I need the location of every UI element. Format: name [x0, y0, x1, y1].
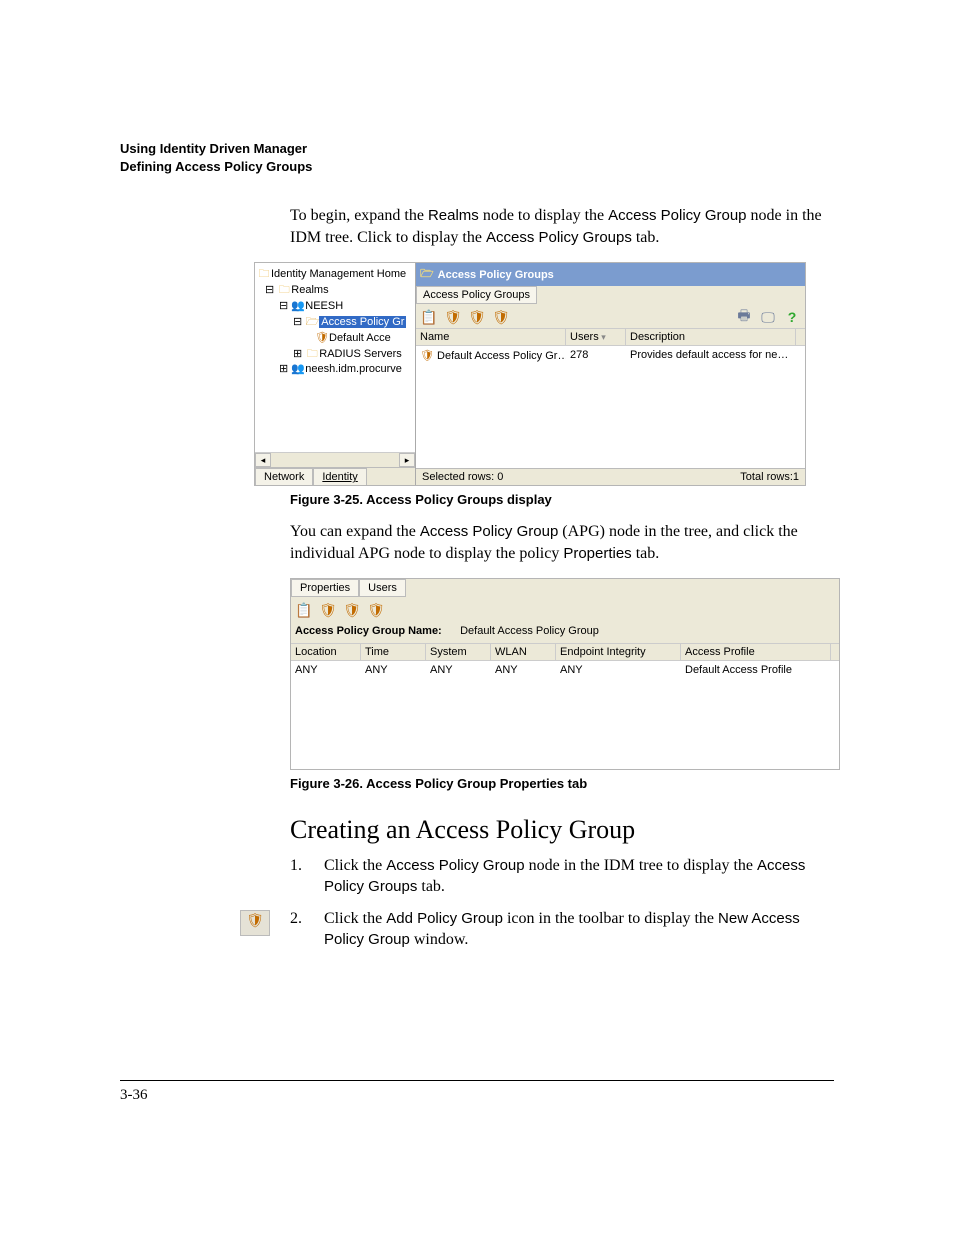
folder-open-icon: 🗁 — [420, 265, 434, 284]
folder-icon: 🗀 — [277, 283, 291, 298]
grid-header: Location Time System WLAN Endpoint Integ… — [291, 643, 839, 661]
tree-bottom-tabs: Network Identity — [255, 467, 415, 485]
policy-icon: 🛡 — [420, 350, 434, 362]
help-icon[interactable]: ? — [783, 308, 801, 326]
right-title-bar: 🗁 Access Policy Groups — [416, 263, 805, 286]
right-subtabs: Access Policy Groups — [416, 286, 805, 304]
intro-paragraph: To begin, expand the Realms node to disp… — [290, 205, 834, 248]
edit-policy-icon[interactable]: 🛡 — [468, 308, 486, 326]
policy-icon: 🛡 — [315, 331, 329, 346]
col-wlan[interactable]: WLAN — [491, 644, 556, 660]
folder-open-icon: 🗁 — [305, 315, 319, 330]
header-line-1: Using Identity Driven Manager — [120, 140, 834, 158]
step-2-text: Click the Add Policy Group icon in the t… — [324, 908, 834, 950]
grid-row[interactable]: ANY ANY ANY ANY ANY Default Access Profi… — [291, 661, 839, 679]
col-profile[interactable]: Access Profile — [681, 644, 831, 660]
cell-users: 278 — [566, 346, 626, 365]
tree-pane: 🗀Identity Management Home ⊟ 🗀Realms ⊟ 👥N… — [255, 263, 416, 485]
page-number: 3-36 — [120, 1087, 954, 1104]
running-header: Using Identity Driven Manager Defining A… — [120, 140, 834, 175]
tab-properties[interactable]: Properties — [291, 579, 359, 597]
apg-name-label: Access Policy Group Name: — [295, 625, 442, 637]
col-users[interactable]: Users — [566, 329, 626, 345]
cell-description: Provides default access for ne… — [626, 346, 796, 365]
step-1-number: 1. — [290, 855, 324, 897]
status-selected: Selected rows: 0 — [422, 471, 503, 483]
header-line-2: Defining Access Policy Groups — [120, 158, 834, 176]
col-endpoint[interactable]: Endpoint Integrity — [556, 644, 681, 660]
col-description[interactable]: Description — [626, 329, 796, 345]
right-toolbar: 📋 🛡 🛡 🛡 🖶 🖵 ? — [416, 304, 805, 329]
tree-default-acc[interactable]: 🛡Default Acce — [257, 331, 413, 347]
scroll-left-icon[interactable]: ◂ — [255, 453, 271, 467]
tab-network[interactable]: Network — [255, 468, 313, 485]
add-policy-group-icon: 🛡 — [240, 910, 270, 936]
table-row[interactable]: 🛡 Default Access Policy Gr… 278 Provides… — [416, 346, 805, 365]
edit-policy-icon[interactable]: 🛡 — [343, 601, 361, 619]
add-policy-icon[interactable]: 🛡 — [319, 601, 337, 619]
delete-policy-icon[interactable]: 🛡 — [367, 601, 385, 619]
delete-policy-icon[interactable]: 🛡 — [492, 308, 510, 326]
scroll-right-icon[interactable]: ▸ — [399, 453, 415, 467]
print-icon[interactable]: 🖶 — [735, 308, 753, 326]
cell-time: ANY — [361, 661, 426, 679]
refresh-policy-icon[interactable]: 📋 — [420, 308, 438, 326]
tree-apg-node[interactable]: ⊟ 🗁Access Policy Gr — [257, 315, 413, 331]
status-total: Total rows:1 — [740, 471, 799, 483]
tab-identity[interactable]: Identity — [313, 468, 366, 485]
add-policy-icon[interactable]: 🛡 — [444, 308, 462, 326]
mid-paragraph: You can expand the Access Policy Group (… — [290, 521, 834, 564]
cell-endpoint: ANY — [556, 661, 681, 679]
figure-3-25-caption: Figure 3-25. Access Policy Groups displa… — [290, 492, 834, 507]
folder-icon: 🗀 — [257, 267, 271, 282]
users-icon: 👥 — [291, 362, 305, 377]
tree-body[interactable]: 🗀Identity Management Home ⊟ 🗀Realms ⊟ 👥N… — [255, 263, 415, 452]
rules-grid: Location Time System WLAN Endpoint Integ… — [291, 643, 839, 769]
cell-system: ANY — [426, 661, 491, 679]
users-icon: 👥 — [291, 299, 305, 314]
right-title: Access Policy Groups — [438, 269, 554, 281]
cell-profile: Default Access Profile — [681, 661, 831, 679]
footer-rule — [120, 1080, 834, 1081]
folder-icon: 🗀 — [305, 347, 319, 362]
tree-horizontal-scrollbar[interactable]: ◂ ▸ — [255, 452, 415, 467]
col-name[interactable]: Name — [416, 329, 566, 345]
cell-wlan: ANY — [491, 661, 556, 679]
cell-name: 🛡 Default Access Policy Gr… — [416, 346, 566, 365]
apg-name-line: Access Policy Group Name: Default Access… — [291, 623, 839, 643]
figure-3-26-caption: Figure 3-26. Access Policy Group Propert… — [290, 776, 834, 791]
step-1-text: Click the Access Policy Group node in th… — [324, 855, 834, 897]
step-2-number: 2. — [290, 908, 324, 950]
properties-tabs: Properties Users — [291, 579, 839, 597]
apg-name-value: Default Access Policy Group — [460, 625, 599, 637]
col-location[interactable]: Location — [291, 644, 361, 660]
apg-table: Name Users Description 🛡 Default Access … — [416, 329, 805, 468]
figure-3-26: Properties Users 📋 🛡 🛡 🛡 Access Policy G… — [290, 578, 840, 770]
tree-root[interactable]: 🗀Identity Management Home — [257, 267, 413, 283]
tree-radius[interactable]: ⊞ 🗀RADIUS Servers — [257, 347, 413, 363]
section-heading: Creating an Access Policy Group — [290, 815, 834, 845]
table-header: Name Users Description — [416, 329, 805, 346]
tab-users[interactable]: Users — [359, 579, 406, 597]
tree-domain[interactable]: ⊞ 👥neesh.idm.procurve — [257, 362, 413, 378]
tree-realm-neesh[interactable]: ⊟ 👥NEESH — [257, 299, 413, 315]
device-icon[interactable]: 🖵 — [759, 308, 777, 326]
col-system[interactable]: System — [426, 644, 491, 660]
step-2: 🛡 2. Click the Add Policy Group icon in … — [290, 908, 834, 950]
refresh-policy-icon[interactable]: 📋 — [295, 601, 313, 619]
tree-realms[interactable]: ⊟ 🗀Realms — [257, 283, 413, 299]
figure-3-25: 🗀Identity Management Home ⊟ 🗀Realms ⊟ 👥N… — [254, 262, 806, 486]
right-pane: 🗁 Access Policy Groups Access Policy Gro… — [416, 263, 805, 485]
properties-toolbar: 📋 🛡 🛡 🛡 — [291, 597, 839, 623]
cell-location: ANY — [291, 661, 361, 679]
col-time[interactable]: Time — [361, 644, 426, 660]
step-1: 1. Click the Access Policy Group node in… — [290, 855, 834, 897]
steps-list: 1. Click the Access Policy Group node in… — [290, 855, 834, 949]
status-bar: Selected rows: 0 Total rows:1 — [416, 468, 805, 485]
subtab-apg[interactable]: Access Policy Groups — [416, 286, 537, 304]
